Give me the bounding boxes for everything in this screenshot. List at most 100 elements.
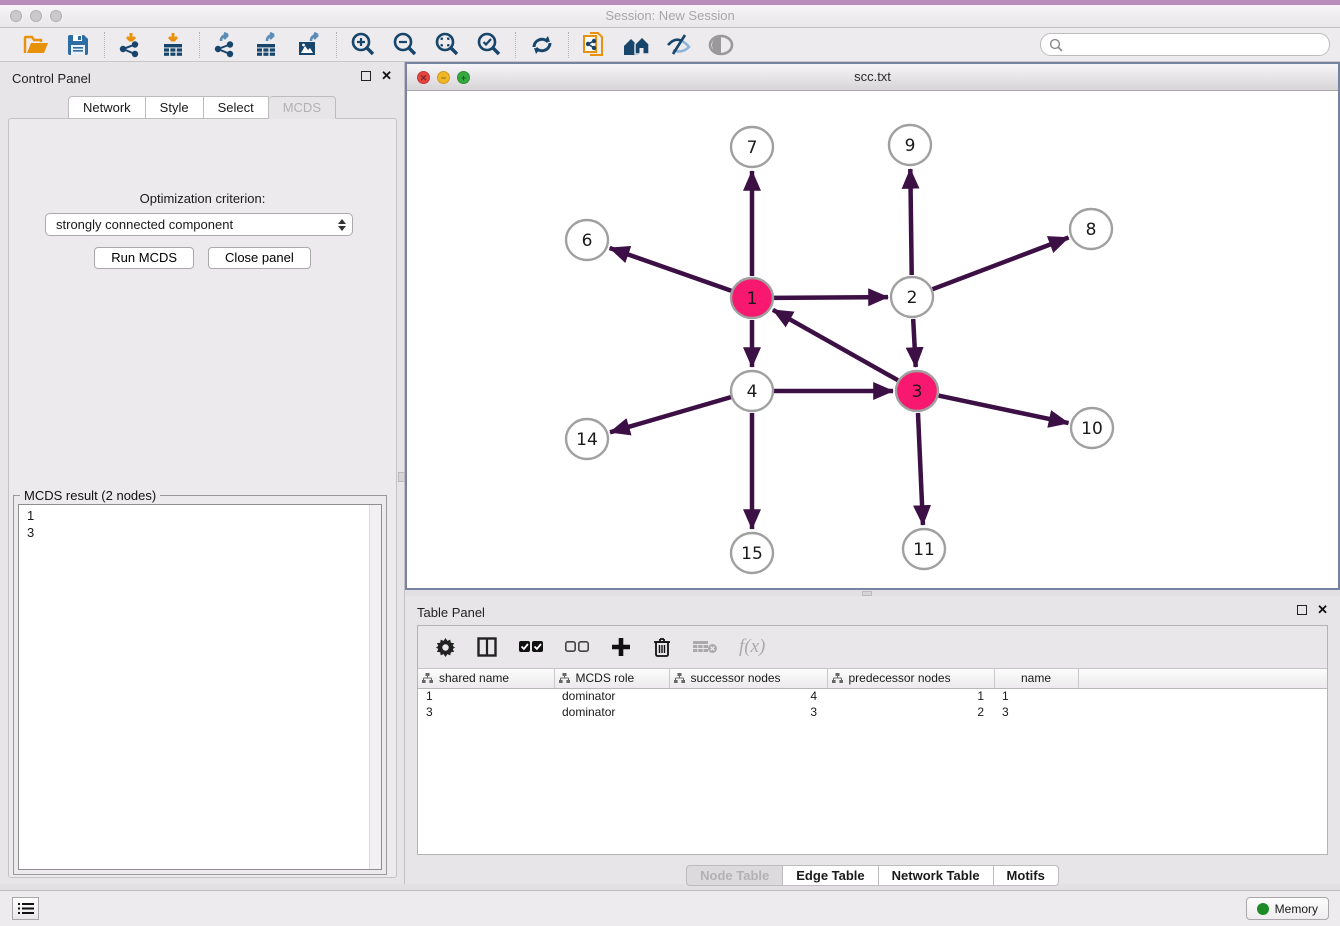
zoom-fit-icon[interactable] xyxy=(431,31,463,59)
graph-node-label-9: 9 xyxy=(905,136,916,156)
graph-node-label-10: 10 xyxy=(1081,419,1103,439)
graph-node-label-11: 11 xyxy=(913,540,935,560)
table-row[interactable]: 1 dominator 4 1 1 xyxy=(418,688,1327,704)
column-header-predecessor-nodes[interactable]: predecessor nodes xyxy=(827,669,994,688)
table-row[interactable]: 3 dominator 3 2 3 xyxy=(418,704,1327,720)
table-header-row: shared name MCDS role successor nodes pr… xyxy=(418,669,1327,688)
show-graphics-icon[interactable] xyxy=(705,31,737,59)
tab-edge-table[interactable]: Edge Table xyxy=(783,865,878,886)
vertical-splitter-handle[interactable] xyxy=(398,472,405,482)
first-neighbors-icon[interactable] xyxy=(621,31,653,59)
function-builder-icon: f(x) xyxy=(739,636,765,658)
cell-successor-nodes[interactable]: 4 xyxy=(669,688,827,704)
minimize-window-icon[interactable] xyxy=(30,10,42,22)
hide-selection-icon[interactable] xyxy=(663,31,695,59)
network-minimize-icon[interactable]: − xyxy=(437,71,450,84)
graph-edge-3-1[interactable] xyxy=(773,310,898,380)
mcds-result-area[interactable]: 1 3 xyxy=(18,504,382,870)
graph-edge-1-2[interactable] xyxy=(774,297,888,298)
import-table-icon[interactable] xyxy=(157,31,189,59)
network-close-icon[interactable]: ✕ xyxy=(417,71,430,84)
column-header-successor-nodes[interactable]: successor nodes xyxy=(669,669,827,688)
graph-edge-1-6[interactable] xyxy=(610,248,732,291)
cell-predecessor-nodes[interactable]: 2 xyxy=(827,704,994,720)
graph-edge-2-8[interactable] xyxy=(933,238,1069,290)
cell-shared-name[interactable]: 1 xyxy=(418,688,554,704)
network-zoom-icon[interactable]: + xyxy=(457,71,470,84)
zoom-selected-icon[interactable] xyxy=(473,31,505,59)
table-panel-tabs: Node Table Edge Table Network Table Moti… xyxy=(405,865,1340,886)
cell-successor-nodes[interactable]: 3 xyxy=(669,704,827,720)
close-table-panel-icon[interactable]: ✕ xyxy=(1317,605,1328,615)
tab-network[interactable]: Network xyxy=(68,96,146,119)
mcds-result-title: MCDS result (2 nodes) xyxy=(20,488,160,503)
tab-network-table[interactable]: Network Table xyxy=(879,865,994,886)
column-type-icon xyxy=(832,673,843,683)
cell-mcds-role[interactable]: dominator xyxy=(554,688,669,704)
graph-edge-3-10[interactable] xyxy=(939,396,1069,423)
close-window-icon[interactable] xyxy=(10,10,22,22)
cell-mcds-role[interactable]: dominator xyxy=(554,704,669,720)
graph-edge-2-9[interactable] xyxy=(910,169,911,275)
table-panel-title: Table Panel xyxy=(417,605,485,620)
cell-name[interactable]: 1 xyxy=(994,688,1078,704)
open-session-icon[interactable] xyxy=(20,31,52,59)
control-panel-tabs: Network Style Select MCDS xyxy=(0,96,404,119)
result-scrollbar[interactable] xyxy=(369,505,381,869)
zoom-out-icon[interactable] xyxy=(389,31,421,59)
save-session-icon[interactable] xyxy=(62,31,94,59)
export-table-icon[interactable] xyxy=(252,31,284,59)
graph-node-label-7: 7 xyxy=(747,138,758,158)
apply-layout-icon[interactable] xyxy=(526,31,558,59)
column-view-icon[interactable] xyxy=(477,637,497,657)
graph-edge-4-14[interactable] xyxy=(610,397,731,432)
graph-node-label-2: 2 xyxy=(907,288,918,308)
export-network-icon[interactable] xyxy=(210,31,242,59)
graph-node-label-8: 8 xyxy=(1086,220,1097,240)
control-panel-title: Control Panel xyxy=(12,71,91,86)
graph-edge-2-3[interactable] xyxy=(913,319,916,367)
close-panel-icon[interactable]: ✕ xyxy=(381,71,392,81)
select-all-icon[interactable] xyxy=(519,640,543,654)
export-image-icon[interactable] xyxy=(294,31,326,59)
zoom-in-icon[interactable] xyxy=(347,31,379,59)
column-header-mcds-role[interactable]: MCDS role xyxy=(554,669,669,688)
cell-shared-name[interactable]: 3 xyxy=(418,704,554,720)
table-settings-icon[interactable] xyxy=(436,638,455,657)
memory-button[interactable]: Memory xyxy=(1246,897,1329,920)
cell-name[interactable]: 3 xyxy=(994,704,1078,720)
import-network-icon[interactable] xyxy=(115,31,147,59)
graph-edge-3-11[interactable] xyxy=(918,413,923,525)
add-row-icon[interactable] xyxy=(611,637,631,657)
search-input[interactable] xyxy=(1067,38,1321,52)
column-header-name[interactable]: name xyxy=(994,669,1078,688)
run-mcds-button[interactable]: Run MCDS xyxy=(94,247,194,269)
tab-mcds[interactable]: MCDS xyxy=(269,96,336,119)
network-graph[interactable]: 7968124314101511 xyxy=(407,91,1338,588)
memory-label: Memory xyxy=(1275,902,1318,916)
search-icon xyxy=(1049,38,1063,52)
delete-row-icon[interactable] xyxy=(653,637,671,657)
status-bar: Memory xyxy=(0,890,1340,926)
float-table-panel-icon[interactable] xyxy=(1297,605,1307,615)
close-panel-button[interactable]: Close panel xyxy=(208,247,311,269)
tab-style[interactable]: Style xyxy=(146,96,204,119)
task-history-button[interactable] xyxy=(12,897,39,920)
network-window-title: scc.txt xyxy=(407,64,1338,90)
network-canvas[interactable]: 7968124314101511 xyxy=(407,91,1338,588)
graph-node-label-1: 1 xyxy=(747,289,758,309)
zoom-window-icon[interactable] xyxy=(50,10,62,22)
criterion-dropdown[interactable]: strongly connected component xyxy=(45,213,353,236)
tab-motifs[interactable]: Motifs xyxy=(994,865,1059,886)
deselect-all-icon[interactable] xyxy=(565,640,589,654)
column-header-shared-name[interactable]: shared name xyxy=(418,669,554,688)
window-controls[interactable] xyxy=(10,10,62,22)
network-window-titlebar[interactable]: ✕ − + scc.txt xyxy=(407,64,1338,91)
tab-node-table[interactable]: Node Table xyxy=(686,865,783,886)
float-panel-icon[interactable] xyxy=(361,71,371,81)
tab-select[interactable]: Select xyxy=(204,96,269,119)
clone-network-icon[interactable] xyxy=(579,31,611,59)
global-search[interactable] xyxy=(1040,33,1330,56)
cell-predecessor-nodes[interactable]: 1 xyxy=(827,688,994,704)
main-toolbar xyxy=(0,28,1340,62)
